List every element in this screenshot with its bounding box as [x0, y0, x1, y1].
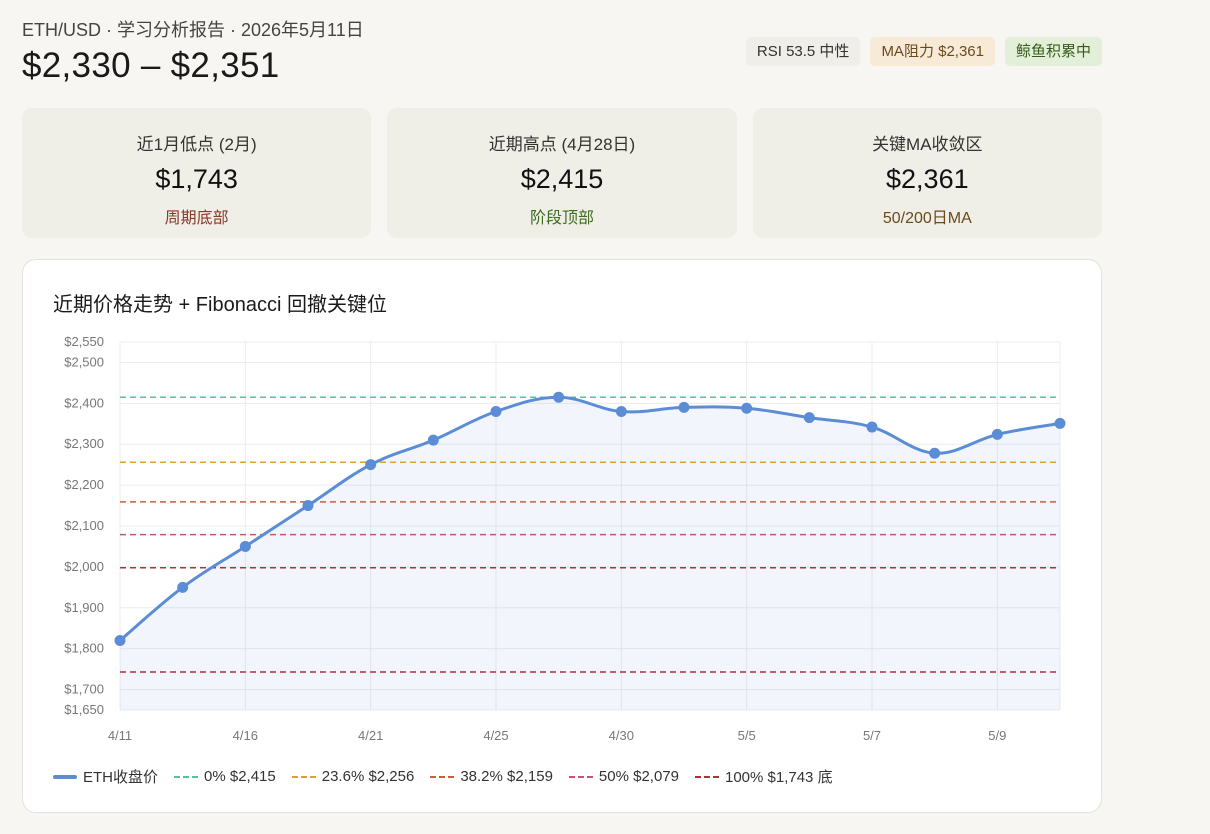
- x-tick-label: 5/9: [988, 728, 1006, 743]
- y-tick-label: $2,100: [64, 518, 104, 533]
- ma-resistance-badge: MA阻力 $2,361: [870, 37, 995, 66]
- price-point: [991, 428, 1003, 440]
- x-tick-label: 4/11: [108, 728, 132, 743]
- price-point: [553, 391, 565, 403]
- x-tick-label: 5/7: [863, 728, 881, 743]
- stat-card-label: 近1月低点 (2月): [136, 135, 257, 154]
- chart-legend: ETH收盘价 0% $2,415 23.6% $2,256 38.2% $2,159 5…: [53, 766, 833, 787]
- legend-label: 23.6% $2,256: [321, 768, 415, 785]
- y-tick-label: $2,000: [64, 559, 104, 574]
- whale-accumulation-badge: 鲸鱼积累中: [1004, 37, 1102, 66]
- stat-card-note: 周期底部: [164, 210, 229, 227]
- price-point: [427, 434, 439, 446]
- price-point: [803, 412, 815, 424]
- price-point: [490, 406, 502, 418]
- y-tick-label: $2,500: [64, 354, 104, 369]
- price-point: [615, 406, 627, 418]
- legend-swatch: [291, 775, 316, 778]
- legend-swatch: [174, 775, 199, 778]
- legend-swatch: [53, 774, 77, 779]
- legend-label: 0% $2,415: [204, 768, 276, 785]
- y-tick-label: $2,200: [64, 477, 104, 492]
- legend-label: 50% $2,079: [598, 768, 679, 785]
- y-tick-label: $2,550: [64, 334, 104, 349]
- x-tick-label: 4/25: [483, 728, 508, 743]
- stat-cards: 近1月低点 (2月) $1,743 周期底部 近期高点 (4月28日) $2,4…: [22, 108, 1102, 238]
- price-point: [302, 500, 314, 512]
- legend-item[interactable]: ETH收盘价: [53, 766, 158, 787]
- stat-card-note: 阶段顶部: [529, 210, 594, 227]
- x-tick-label: 4/30: [609, 728, 634, 743]
- x-tick-label: 4/16: [233, 728, 258, 743]
- legend-label: 100% $1,743 底: [724, 769, 833, 786]
- y-tick-label: $2,300: [64, 436, 104, 451]
- legend-item[interactable]: 38.2% $2,159: [430, 768, 553, 785]
- price-point: [1054, 417, 1066, 429]
- price-point: [177, 581, 189, 593]
- stat-card-value: $2,361: [886, 164, 969, 194]
- status-badges: RSI 53.5 中性 MA阻力 $2,361 鲸鱼积累中: [745, 37, 1102, 66]
- legend-swatch: [430, 775, 455, 778]
- stat-card-ma: 关键MA收敛区 $2,361 50/200日MA: [752, 108, 1102, 238]
- y-tick-label: $1,650: [64, 702, 104, 717]
- legend-swatch: [568, 775, 593, 778]
- legend-swatch: [694, 775, 719, 778]
- y-tick-label: $1,700: [64, 682, 104, 697]
- rsi-badge: RSI 53.5 中性: [745, 37, 861, 66]
- price-point: [239, 540, 251, 552]
- legend-item[interactable]: 0% $2,415: [174, 768, 276, 785]
- legend-item[interactable]: 100% $1,743 底: [694, 766, 833, 787]
- price-range-headline: $2,330 – $2,351: [22, 46, 280, 85]
- price-point: [114, 634, 126, 646]
- x-tick-label: 4/21: [358, 728, 383, 743]
- x-tick-label: 5/5: [738, 728, 756, 743]
- stat-card-label: 关键MA收敛区: [872, 135, 983, 154]
- stat-card-note: 50/200日MA: [882, 210, 972, 227]
- price-point: [741, 402, 753, 414]
- price-point: [929, 447, 941, 459]
- stat-card-value: $2,415: [520, 164, 604, 194]
- legend-label: ETH收盘价: [83, 769, 159, 786]
- legend-label: 38.2% $2,159: [460, 768, 553, 785]
- price-point: [866, 421, 878, 433]
- stat-card-high: 近期高点 (4月28日) $2,415 阶段顶部: [387, 108, 737, 238]
- y-tick-label: $1,800: [64, 641, 104, 656]
- stat-card-label: 近期高点 (4月28日): [488, 135, 636, 154]
- price-point: [365, 459, 377, 471]
- price-point: [678, 401, 690, 413]
- stat-card-low: 近1月低点 (2月) $1,743 周期底部: [22, 108, 372, 238]
- y-tick-label: $2,400: [64, 395, 104, 410]
- legend-item[interactable]: 23.6% $2,256: [291, 768, 415, 785]
- report-subtitle: ETH/USD · 学习分析报告 · 2026年5月11日: [22, 20, 364, 40]
- legend-item[interactable]: 50% $2,079: [568, 768, 679, 785]
- price-chart: $1,650 $1,700 $1,800 $1,900 $2,000 $2,100 $2,2…: [64, 334, 1066, 743]
- chart-panel: 近期价格走势 + Fibonacci 回撤关键位 $1,650 $1,700 $1,…: [22, 259, 1102, 813]
- stat-card-value: $1,743: [155, 164, 238, 194]
- y-tick-label: $1,900: [64, 600, 104, 615]
